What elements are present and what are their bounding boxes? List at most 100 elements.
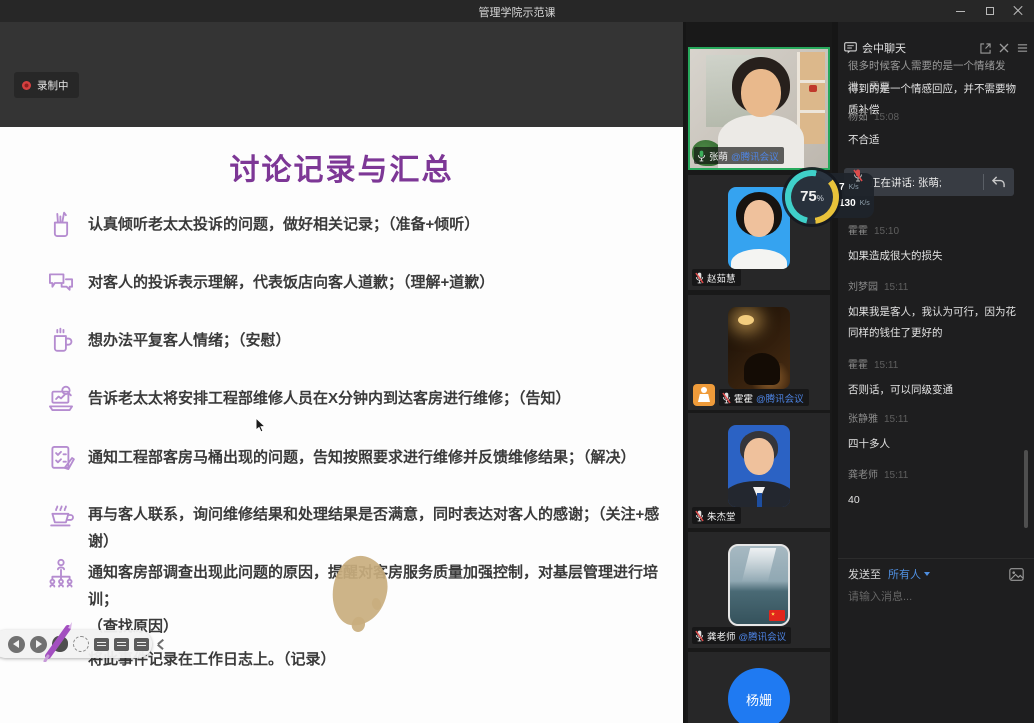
meeting-window: 管理学院示范课 录制中 讨论记录与汇总 认真倾听老太太投诉的问题，做好相关记录；… (0, 0, 1034, 723)
badge-person-body (698, 394, 710, 402)
slides-view-button[interactable] (94, 638, 109, 651)
popout-icon[interactable] (980, 43, 991, 54)
performance-gauge[interactable]: 75% (785, 170, 839, 224)
slide-bullet: 对客人的投诉表示理解，代表饭店向客人道歉；（理解+道歉） (88, 269, 673, 296)
reply-arrow-icon[interactable] (991, 175, 1006, 189)
chat-sender: 龚老师15:11 (848, 466, 908, 481)
chat-message: 如果造成很大的损失 (848, 246, 1024, 267)
chat-message: 如果我是客人，我认为可行，因为花同样的钱住了更好的 (848, 302, 1024, 344)
chat-bubble-icon (844, 42, 857, 54)
avatar-lamp (738, 315, 754, 325)
send-to-label: 发送至 (848, 566, 881, 582)
gauge-percent: 75 (800, 188, 817, 205)
participant-tile-huohuo[interactable]: 霍霍@腾讯会议 (688, 295, 830, 410)
participant-tile-zhujietang[interactable]: 朱杰堂 (688, 413, 830, 528)
monitor-button[interactable] (114, 638, 129, 651)
chat-message-input[interactable] (848, 588, 1024, 606)
chevron-down-icon (924, 572, 930, 576)
avatar-photo (728, 307, 790, 389)
maximize-button[interactable] (976, 0, 1004, 22)
window-title: 管理学院示范课 (0, 4, 1034, 20)
chat-header: 会中聊天 (838, 38, 1034, 58)
avatar-tie (757, 493, 762, 507)
participant-suffix: @腾讯会议 (731, 149, 779, 163)
avatar-photo (728, 544, 790, 626)
avatar-face (744, 438, 774, 475)
shared-screen-background: 录制中 (0, 22, 683, 127)
muted-mic-icon (853, 169, 863, 187)
chat-bubbles-icon (46, 267, 76, 299)
chat-time: 15:11 (884, 470, 908, 481)
teacup-icon (46, 499, 76, 531)
pen-icon[interactable] (38, 616, 80, 667)
chat-menu-icon[interactable] (1017, 43, 1028, 53)
chat-scrollbar[interactable] (1024, 450, 1028, 528)
avatar-shirt (731, 249, 787, 269)
mic-muted-icon (695, 272, 704, 284)
avatar-face (744, 200, 774, 237)
toolbar-menu-button[interactable] (134, 638, 149, 651)
previous-slide-button[interactable] (8, 636, 25, 653)
chat-time: 15:08 (874, 112, 899, 123)
minimize-icon (956, 11, 965, 12)
chat-sender: 张静雅15:11 (848, 410, 908, 425)
participant-suffix: @腾讯会议 (756, 391, 804, 405)
participant-tile-gonglaoshi[interactable]: 龚老师@腾讯会议 (688, 532, 830, 648)
participant-name: 张萌 (709, 149, 728, 163)
close-button[interactable] (1004, 0, 1032, 22)
podium-badge-icon (693, 384, 715, 406)
send-image-button[interactable] (1009, 568, 1024, 581)
video-person-face (741, 69, 781, 117)
chat-sender: 刘梦园15:11 (848, 278, 908, 293)
chat-title: 会中聊天 (862, 40, 906, 56)
chat-message: 不合适 (848, 130, 1024, 151)
participant-name: 赵茹慧 (707, 271, 736, 285)
chat-message: 四十多人 (848, 434, 1024, 455)
participant-name-label: 龚老师@腾讯会议 (692, 627, 791, 644)
participant-strip: 张萌@腾讯会议 赵茹慧 (686, 22, 832, 723)
chat-time: 15:11 (874, 360, 898, 371)
flag-star (771, 612, 775, 616)
recording-dot-icon (22, 81, 31, 90)
send-to-selector[interactable]: 所有人 (888, 566, 930, 582)
participant-name: 朱杰堂 (707, 509, 736, 523)
chat-sender: 杨茹15:08 (848, 108, 899, 123)
coffee-cup-icon (46, 325, 76, 357)
previous-icon (13, 640, 19, 648)
upload-value: 7 (839, 182, 845, 193)
participant-name: 龚老师 (707, 629, 736, 643)
recording-badge: 录制中 (14, 72, 79, 98)
pencil-cup-icon (46, 209, 76, 241)
minimize-button[interactable] (946, 0, 974, 22)
slide-bullet: 再与客人联系，询问维修结果和处理结果是否满意，同时表达对客人的感谢；（关注+感谢… (88, 501, 673, 555)
org-chart-icon (46, 557, 76, 589)
slide-bullet: 认真倾听老太太投诉的问题，做好相关记录；（准备+倾听） (88, 211, 673, 238)
slide-bullet: 通知工程部客房马桶出现的问题，告知按照要求进行维修并反馈维修结果；（解决） (88, 444, 673, 471)
send-to-value: 所有人 (888, 566, 921, 582)
china-flag-icon (769, 610, 785, 621)
gauge-unit: % (817, 194, 824, 203)
download-value: 130 (839, 198, 856, 209)
mic-muted-icon (695, 630, 704, 642)
close-chat-icon[interactable] (999, 43, 1009, 53)
participant-name: 霍霍 (734, 391, 753, 405)
mic-muted-icon (695, 510, 704, 522)
presentation-slide: 讨论记录与汇总 认真倾听老太太投诉的问题，做好相关记录；（准备+倾听） 对客人的… (0, 127, 683, 723)
banner-divider (983, 174, 984, 190)
download-unit: K/s (860, 200, 870, 207)
participant-name-label: 朱杰堂 (692, 507, 741, 524)
participant-tile-yangshan[interactable]: 杨姗 (688, 652, 830, 723)
presenter-toolbar (0, 630, 152, 658)
chat-time: 15:11 (884, 414, 908, 425)
chat-panel: 会中聊天 很多时候客人需要的是一个情绪发泄；需要 得到的是一个情感回应，并不需要… (838, 22, 1034, 723)
mic-on-icon (697, 150, 706, 162)
badge-person-head (701, 387, 707, 393)
participant-suffix: @腾讯会议 (739, 629, 787, 643)
mouse-cursor (255, 417, 267, 439)
participant-tile-zhangmeng[interactable]: 张萌@腾讯会议 (688, 47, 830, 170)
avatar-light-rays (742, 548, 776, 582)
video-shelf-item (809, 85, 817, 92)
slide-bullet: 将此事件记录在工作日志上。（记录） (88, 646, 673, 673)
collapse-toolbar-button[interactable] (154, 637, 164, 651)
slide-bullet: 告诉老太太将安排工程部维修人员在X分钟内到达客房进行维修；（告知） (88, 385, 673, 412)
